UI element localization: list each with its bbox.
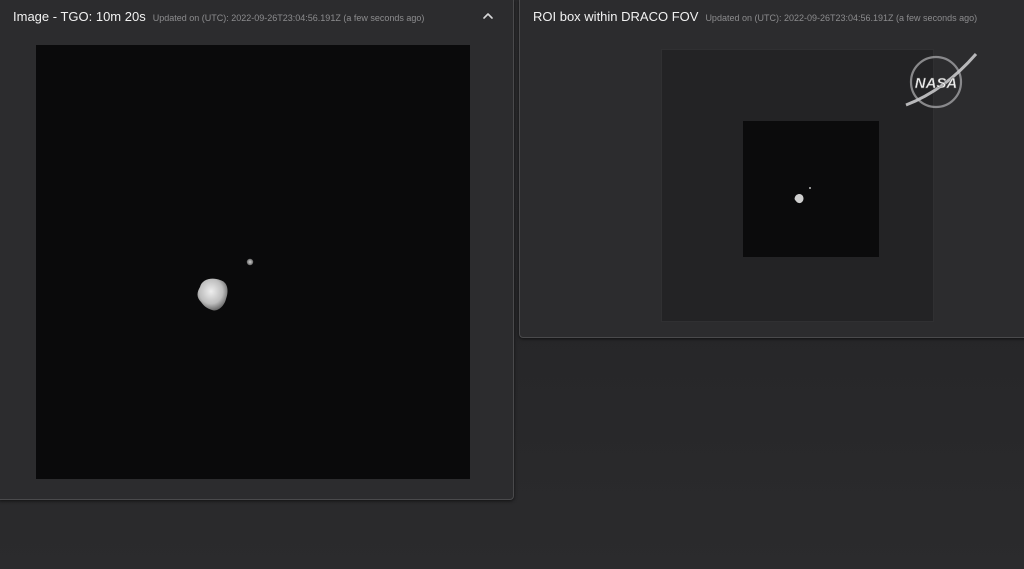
updated-timestamp: Updated on (UTC): 2022-09-26T23:04:56.19… (152, 13, 425, 23)
roi-box (743, 121, 879, 257)
dimorphos-moonlet (809, 187, 811, 189)
image-tgo-panel: Image - TGO: 10m 20s Updated on (UTC): 2… (0, 0, 514, 500)
panel-header: ROI box within DRACO FOV Updated on (UTC… (533, 9, 977, 24)
chevron-up-icon[interactable] (481, 9, 495, 23)
panel-header: Image - TGO: 10m 20s Updated on (UTC): 2… (13, 9, 424, 24)
updated-timestamp: Updated on (UTC): 2022-09-26T23:04:56.19… (705, 13, 978, 23)
didymos-asteroid (197, 278, 228, 311)
didymos-asteroid (794, 193, 804, 204)
nasa-wordmark: NASA (915, 75, 958, 92)
roi-image (794, 187, 811, 204)
draco-image-view (36, 45, 470, 479)
nasa-logo: NASA (902, 51, 980, 117)
panel-title: ROI box within DRACO FOV (533, 9, 699, 24)
draco-fov-frame (661, 49, 934, 322)
asteroid-image (197, 258, 254, 311)
panel-title: Image - TGO: 10m 20s (13, 9, 146, 24)
dimorphos-moonlet (246, 258, 254, 266)
roi-panel: ROI box within DRACO FOV Updated on (UTC… (519, 0, 1024, 338)
